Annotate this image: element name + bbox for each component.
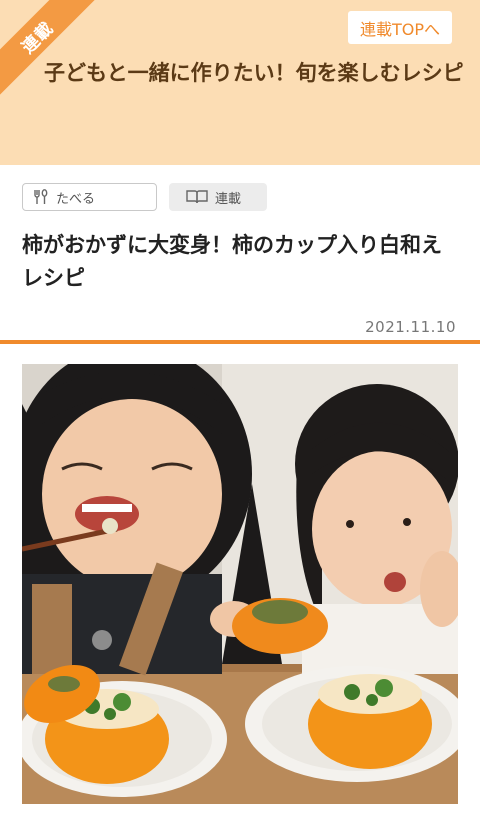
series-title: 子どもと一緒に作りたい！旬を楽しむレシピ [44, 61, 464, 85]
tag-rensai-label: 連載 [215, 191, 242, 207]
series-ribbon-label: 連載 [17, 17, 58, 58]
orange-divider [0, 340, 480, 344]
fork-spoon-icon [34, 189, 48, 204]
hero-photo [22, 364, 458, 804]
article-date: 2021.11.10 [365, 318, 456, 336]
article-title: 柿がおかずに大変身！柿のカップ入り白和えレシピ [22, 233, 442, 290]
tag-taberu-label: たべる [56, 191, 96, 207]
book-icon [186, 190, 208, 204]
series-banner: 連載 連載TOPへ 子どもと一緒に作りたい！旬を楽しむレシピ [0, 0, 480, 165]
series-top-link[interactable]: 連載TOPへ [347, 11, 452, 44]
tag-rensai[interactable]: 連載 [169, 183, 267, 211]
tag-taberu[interactable]: たべる [22, 183, 157, 211]
